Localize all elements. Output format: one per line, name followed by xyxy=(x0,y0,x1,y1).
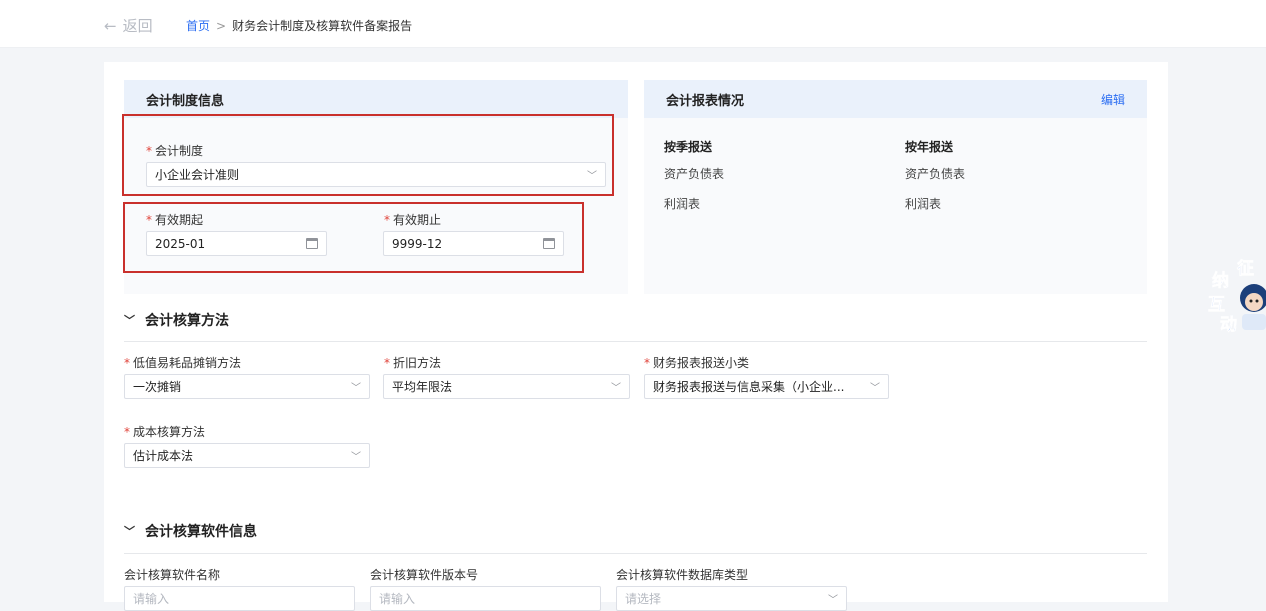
method-section-toggle[interactable]: ﹀ 会计核算方法 xyxy=(124,310,229,330)
annual-item: 资产负债表 xyxy=(905,167,966,181)
top-bar: ← 返回 首页 > 财务会计制度及核算软件备案报告 xyxy=(0,0,1266,48)
depreciation-select[interactable]: 平均年限法 ﹀ xyxy=(383,374,630,399)
breadcrumb-separator: > xyxy=(216,18,227,33)
badge-char: 动 xyxy=(1220,315,1238,336)
highlight-box-system xyxy=(122,114,614,196)
quarterly-title: 按季报送 xyxy=(664,140,713,154)
quarterly-item: 利润表 xyxy=(664,197,701,211)
edit-button[interactable]: 编辑 xyxy=(1101,91,1125,108)
quarterly-item: 资产负债表 xyxy=(664,167,725,181)
chevron-down-icon: ﹀ xyxy=(351,452,361,463)
back-arrow-icon: ← xyxy=(104,16,117,35)
mascot-badge[interactable]: 纳 征 互 动 xyxy=(1206,252,1266,336)
badge-char: 征 xyxy=(1237,259,1255,280)
report-category-select[interactable]: 财务报表报送与信息采集（小企业... ﹀ xyxy=(644,374,889,399)
software-version-label: 会计核算软件版本号 xyxy=(370,568,479,582)
cost-method-label: * 成本核算方法 xyxy=(124,425,206,439)
software-section-title: 会计核算软件信息 xyxy=(145,524,257,540)
breadcrumb-home-link[interactable]: 首页 xyxy=(186,17,210,34)
system-info-header: 会计制度信息 xyxy=(124,80,628,118)
report-info-title: 会计报表情况 xyxy=(666,93,745,109)
software-section-toggle[interactable]: ﹀ 会计核算软件信息 xyxy=(124,521,257,541)
software-db-select[interactable]: 请选择 ﹀ xyxy=(616,586,847,611)
chevron-down-icon: ﹀ xyxy=(124,314,135,327)
method-section-title: 会计核算方法 xyxy=(145,313,229,329)
divider xyxy=(124,341,1147,342)
report-info-header: 会计报表情况 编辑 xyxy=(644,80,1147,118)
breadcrumb-current: 财务会计制度及核算软件备案报告 xyxy=(232,19,413,33)
chevron-down-icon: ﹀ xyxy=(870,383,880,394)
breadcrumb: 首页 > 财务会计制度及核算软件备案报告 xyxy=(186,17,412,34)
annual-title: 按年报送 xyxy=(905,140,954,154)
system-info-title: 会计制度信息 xyxy=(146,93,225,109)
depreciation-label: * 折旧方法 xyxy=(384,356,442,370)
low-value-select[interactable]: 一次摊销 ﹀ xyxy=(124,374,370,399)
software-version-input[interactable]: 请输入 xyxy=(370,586,601,611)
badge-char: 纳 xyxy=(1212,271,1230,292)
cost-method-select[interactable]: 估计成本法 ﹀ xyxy=(124,443,370,468)
chevron-down-icon: ﹀ xyxy=(124,525,135,538)
software-name-label: 会计核算软件名称 xyxy=(124,568,221,582)
chevron-down-icon: ﹀ xyxy=(351,383,361,394)
divider xyxy=(124,553,1147,554)
highlight-box-validity xyxy=(123,202,584,273)
software-name-input[interactable]: 请输入 xyxy=(124,586,355,611)
report-category-label: * 财务报表报送小类 xyxy=(644,356,750,370)
back-button[interactable]: ← 返回 xyxy=(104,15,153,36)
software-db-label: 会计核算软件数据库类型 xyxy=(616,568,749,582)
report-info-panel: 会计报表情况 编辑 xyxy=(644,80,1147,294)
back-label: 返回 xyxy=(122,17,153,35)
low-value-label: * 低值易耗品摊销方法 xyxy=(124,356,242,370)
annual-item: 利润表 xyxy=(905,197,942,211)
chevron-down-icon: ﹀ xyxy=(611,383,621,394)
chevron-down-icon: ﹀ xyxy=(828,595,838,606)
